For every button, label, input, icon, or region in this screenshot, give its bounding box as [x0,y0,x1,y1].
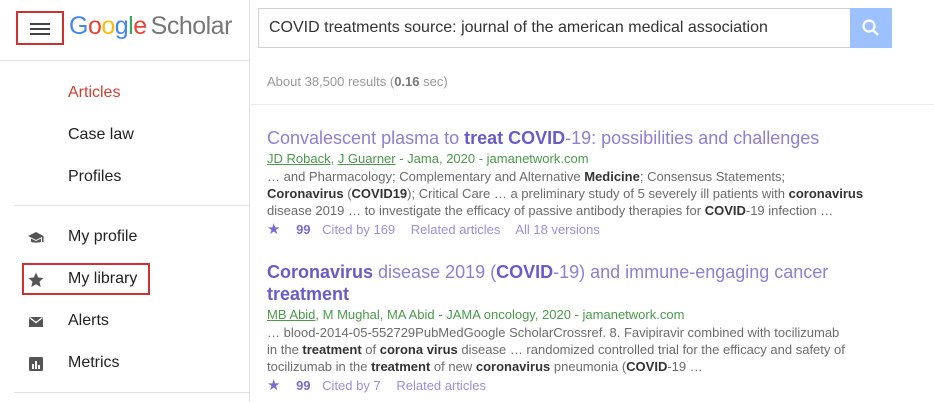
result-title-link[interactable]: Coronavirus disease 2019 (COVID-19) and … [267,261,907,305]
sidebar-header: Google Scholar [0,0,250,61]
results-stats: About 38,500 results (0.16 sec) [267,74,448,89]
menu-icon[interactable] [16,11,64,45]
sidebar-item-alerts[interactable]: Alerts [0,304,250,340]
results-divider [251,104,934,105]
annotation-highlight-box [22,263,150,295]
search-icon [862,19,879,36]
sidebar-item-my-profile[interactable]: My profile [0,220,250,256]
graduation-cap-icon [27,229,45,247]
result-actions: ★ 99 Cited by 169 Related articles All 1… [267,220,907,240]
result-meta: JD Roback, J Guarner - Jama, 2020 - jama… [267,151,589,166]
cited-by-link[interactable]: Cited by 7 [322,378,381,393]
all-versions-link[interactable]: All 18 versions [515,222,600,237]
result-meta: MB Abid, M Mughal, MA Abid - JAMA oncolo… [267,307,685,322]
nav-profiles[interactable]: Profiles [68,168,121,186]
sidebar: Google Scholar Articles Case law Profiles… [0,0,250,402]
cited-by-link[interactable]: Cited by 169 [322,222,395,237]
cite-quote-icon[interactable]: 99 [296,222,310,237]
sidebar-item-label: Alerts [68,312,109,329]
sidebar-item-label: Metrics [68,354,120,371]
cite-quote-icon[interactable]: 99 [296,378,310,393]
related-articles-link[interactable]: Related articles [396,378,486,393]
result-actions: ★ 99 Cited by 7 Related articles [267,376,907,396]
sidebar-item-my-library[interactable]: My library [0,262,250,298]
sidebar-item-label: My profile [68,228,138,245]
related-articles-link[interactable]: Related articles [411,222,501,237]
envelope-icon [27,313,45,331]
author-link[interactable]: MB Abid [267,307,315,322]
google-scholar-logo[interactable]: Google Scholar [69,12,232,41]
search-input[interactable]: COVID treatments source: journal of the … [258,8,850,48]
save-star-icon[interactable]: ★ [267,377,280,394]
result-snippet: … blood-2014-05-552729PubMedGoogle Schol… [267,325,845,374]
author-link[interactable]: JD Roback [267,151,331,166]
sidebar-divider [14,392,250,393]
sidebar-item-metrics[interactable]: Metrics [0,346,250,382]
sidebar-divider [14,205,250,206]
save-star-icon[interactable]: ★ [267,221,280,238]
chart-icon [27,355,45,373]
author-link[interactable]: J Guarner [338,151,396,166]
result-snippet: … and Pharmacology; Complementary and Al… [267,169,864,218]
nav-case-law[interactable]: Case law [68,126,134,144]
result-item: Coronavirus disease 2019 (COVID-19) and … [267,261,907,396]
search-query-text: COVID treatments source: journal of the … [269,19,768,36]
nav-articles[interactable]: Articles [68,84,120,102]
result-title-link[interactable]: Convalescent plasma to treat COVID-19: p… [267,127,907,149]
search-button[interactable] [850,8,892,48]
result-item: Convalescent plasma to treat COVID-19: p… [267,127,907,240]
